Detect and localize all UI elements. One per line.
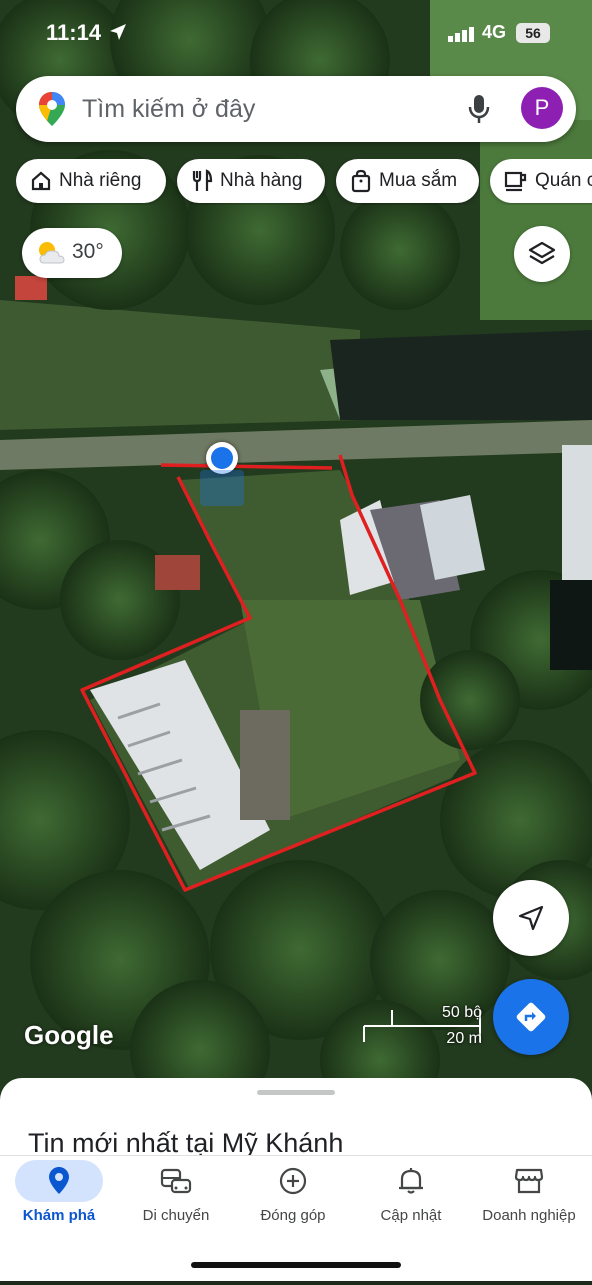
contribute-plus-icon [234, 1166, 352, 1198]
google-maps-pin-icon [38, 91, 66, 132]
my-location-button[interactable] [493, 880, 569, 956]
storefront-icon [470, 1166, 588, 1198]
scale-metric: 20 m [446, 1030, 482, 1047]
microphone-icon[interactable] [468, 93, 490, 130]
status-bar: 11:14 4G 56 [0, 0, 592, 64]
chip-home[interactable]: Nhà riêng [16, 159, 166, 203]
explore-pin-icon [0, 1166, 118, 1198]
navigation-arrow-icon [518, 905, 544, 931]
signal-icon [448, 26, 476, 47]
nav-label: Doanh nghiệp [482, 1207, 576, 1224]
category-chips: Nhà riêng Nhà hàng Mua sắm Quán c [16, 159, 592, 205]
bell-icon [352, 1166, 470, 1198]
home-indicator [191, 1262, 401, 1268]
nav-label: Khám phá [22, 1207, 96, 1224]
home-icon [31, 171, 51, 191]
weather-badge[interactable]: 30° [22, 228, 122, 278]
nav-explore[interactable]: Khám phá [0, 1156, 118, 1246]
temperature: 30° [72, 240, 104, 263]
chip-shopping[interactable]: Mua sắm [336, 159, 479, 203]
google-attribution: Google [24, 1020, 114, 1050]
chip-label: Quán c [535, 170, 592, 191]
partly-sunny-icon [34, 239, 68, 272]
location-arrow-icon [108, 22, 128, 47]
nav-label: Cập nhật [380, 1207, 442, 1224]
account-avatar[interactable]: P [521, 87, 563, 129]
chip-label: Nhà riêng [59, 170, 142, 191]
nav-updates[interactable]: Cập nhật [352, 1156, 470, 1246]
chip-coffee[interactable]: Quán c [490, 159, 592, 203]
chip-label: Mua sắm [379, 170, 458, 191]
sheet-drag-handle[interactable] [257, 1090, 335, 1095]
coffee-icon [504, 171, 527, 192]
nav-label: Đóng góp [260, 1207, 326, 1224]
restaurant-icon [192, 169, 213, 191]
search-bar[interactable]: Tìm kiếm ở đây P [16, 76, 576, 142]
layers-button[interactable] [514, 226, 570, 282]
location-accuracy-beam [200, 470, 244, 506]
directions-button[interactable] [493, 979, 569, 1055]
chip-restaurants[interactable]: Nhà hàng [177, 159, 325, 203]
nav-contribute[interactable]: Đóng góp [234, 1156, 352, 1246]
chip-label: Nhà hàng [220, 170, 303, 191]
search-input[interactable]: Tìm kiếm ở đây [82, 95, 255, 124]
nav-commute[interactable]: Di chuyển [117, 1156, 235, 1246]
network-type: 4G [482, 22, 507, 42]
shopping-bag-icon [351, 169, 371, 193]
directions-icon [516, 1002, 546, 1032]
battery-indicator: 56 [516, 23, 550, 43]
commute-icon [117, 1166, 235, 1198]
scale-imperial: 50 bộ [441, 1004, 482, 1021]
nav-label: Di chuyển [142, 1207, 210, 1224]
layers-icon [528, 241, 556, 265]
status-time: 11:14 [46, 20, 102, 45]
nav-business[interactable]: Doanh nghiệp [470, 1156, 588, 1246]
